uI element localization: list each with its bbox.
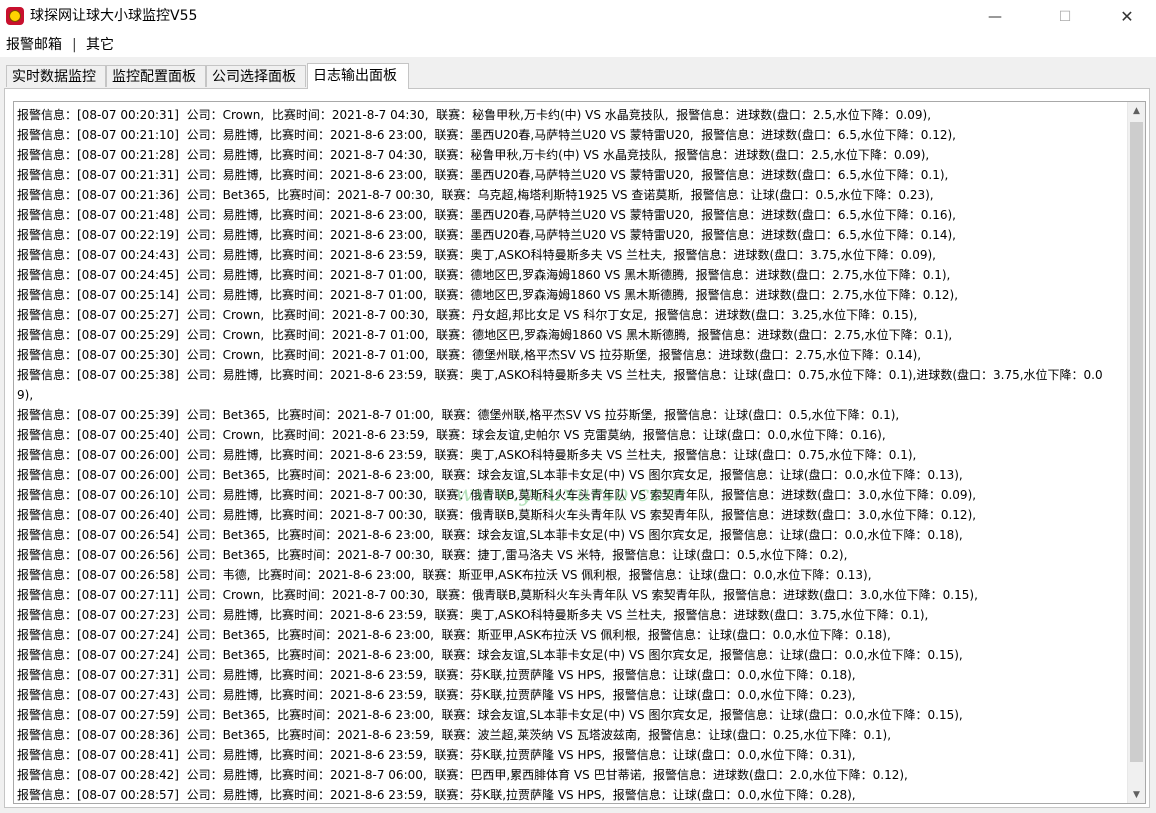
log-line: 报警信息：[08-07 00:20:31] 公司：Crown, 比赛时间：202…	[17, 108, 932, 122]
vertical-scrollbar[interactable]: ▲ ▼	[1127, 102, 1145, 803]
log-line: 报警信息：[08-07 00:26:54] 公司：Bet365, 比赛时间：20…	[17, 528, 963, 542]
log-line: 报警信息：[08-07 00:28:36] 公司：Bet365, 比赛时间：20…	[17, 728, 892, 742]
log-line: 报警信息：[08-07 00:21:31] 公司：易胜博, 比赛时间：2021-…	[17, 168, 949, 182]
log-line: 报警信息：[08-07 00:25:30] 公司：Crown, 比赛时间：202…	[17, 348, 922, 362]
minimize-button[interactable]: —	[972, 0, 1018, 33]
window-title: 球探网让球大小球监控V55	[30, 8, 198, 24]
log-textarea[interactable]: 报警信息：[08-07 00:20:31] 公司：Crown, 比赛时间：202…	[13, 101, 1146, 804]
log-line: 报警信息：[08-07 00:27:11] 公司：Crown, 比赛时间：202…	[17, 588, 978, 602]
log-line: 报警信息：[08-07 00:21:48] 公司：易胜博, 比赛时间：2021-…	[17, 208, 956, 222]
log-line: 报警信息：[08-07 00:26:58] 公司：韦德, 比赛时间：2021-8…	[17, 568, 872, 582]
menu-other[interactable]: 其它	[86, 35, 114, 55]
app-logo-icon	[6, 7, 24, 25]
log-line: 报警信息：[08-07 00:28:41] 公司：易胜博, 比赛时间：2021-…	[17, 748, 856, 762]
log-line: 报警信息：[08-07 00:26:56] 公司：Bet365, 比赛时间：20…	[17, 548, 848, 562]
log-line: 报警信息：[08-07 00:26:40] 公司：易胜博, 比赛时间：2021-…	[17, 508, 977, 522]
tab-company-select[interactable]: 公司选择面板	[206, 65, 306, 87]
log-panel: 报警信息：[08-07 00:20:31] 公司：Crown, 比赛时间：202…	[4, 88, 1150, 808]
close-button[interactable]: ✕	[1104, 0, 1150, 33]
scroll-up-arrow-icon[interactable]: ▲	[1128, 102, 1145, 119]
log-line: 报警信息：[08-07 00:27:43] 公司：易胜博, 比赛时间：2021-…	[17, 688, 856, 702]
log-line: 报警信息：[08-07 00:25:39] 公司：Bet365, 比赛时间：20…	[17, 408, 900, 422]
log-line: 报警信息：[08-07 00:25:29] 公司：Crown, 比赛时间：202…	[17, 328, 953, 342]
title-bar: 球探网让球大小球监控V55 — ☐ ✕	[0, 0, 1156, 34]
log-line: 报警信息：[08-07 00:28:42] 公司：易胜博, 比赛时间：2021-…	[17, 768, 908, 782]
scroll-down-arrow-icon[interactable]: ▼	[1128, 786, 1145, 803]
log-line: 报警信息：[08-07 00:25:40] 公司：Crown, 比赛时间：202…	[17, 428, 886, 442]
log-line: 报警信息：[08-07 00:26:00] 公司：易胜博, 比赛时间：2021-…	[17, 448, 917, 462]
log-line: 报警信息：[08-07 00:26:00] 公司：Bet365, 比赛时间：20…	[17, 468, 963, 482]
scrollbar-thumb[interactable]	[1130, 122, 1143, 762]
maximize-button[interactable]: ☐	[1042, 0, 1088, 33]
log-line: 报警信息：[08-07 00:21:36] 公司：Bet365, 比赛时间：20…	[17, 188, 934, 202]
log-line: 报警信息：[08-07 00:27:59] 公司：Bet365, 比赛时间：20…	[17, 708, 963, 722]
log-line: 报警信息：[08-07 00:24:43] 公司：易胜博, 比赛时间：2021-…	[17, 248, 936, 262]
log-line: 报警信息：[08-07 00:27:24] 公司：Bet365, 比赛时间：20…	[17, 648, 963, 662]
tab-log-output[interactable]: 日志输出面板	[307, 63, 409, 89]
log-line: 报警信息：[08-07 00:21:10] 公司：易胜博, 比赛时间：2021-…	[17, 128, 956, 142]
log-line: 报警信息：[08-07 00:25:38] 公司：易胜博, 比赛时间：2021-…	[17, 368, 1103, 402]
log-line: 报警信息：[08-07 00:21:28] 公司：易胜博, 比赛时间：2021-…	[17, 148, 930, 162]
menu-alarm-mailbox[interactable]: 报警邮箱	[6, 35, 62, 55]
log-line: 报警信息：[08-07 00:25:14] 公司：易胜博, 比赛时间：2021-…	[17, 288, 959, 302]
log-line: 报警信息：[08-07 00:22:19] 公司：易胜博, 比赛时间：2021-…	[17, 228, 956, 242]
tab-realtime-monitor[interactable]: 实时数据监控	[6, 65, 106, 87]
log-line: 报警信息：[08-07 00:27:23] 公司：易胜博, 比赛时间：2021-…	[17, 608, 929, 622]
menu-separator: |	[72, 37, 77, 53]
log-line: 报警信息：[08-07 00:28:57] 公司：易胜博, 比赛时间：2021-…	[17, 788, 856, 802]
log-lines: 报警信息：[08-07 00:20:31] 公司：Crown, 比赛时间：202…	[17, 105, 1117, 803]
log-line: 报警信息：[08-07 00:26:10] 公司：易胜博, 比赛时间：2021-…	[17, 488, 977, 502]
tab-monitor-config[interactable]: 监控配置面板	[106, 65, 206, 87]
log-line: 报警信息：[08-07 00:27:31] 公司：易胜博, 比赛时间：2021-…	[17, 668, 856, 682]
log-line: 报警信息：[08-07 00:24:45] 公司：易胜博, 比赛时间：2021-…	[17, 268, 951, 282]
log-line: 报警信息：[08-07 00:25:27] 公司：Crown, 比赛时间：202…	[17, 308, 918, 322]
menu-bar: 报警邮箱 | 其它	[0, 33, 1156, 57]
log-line: 报警信息：[08-07 00:27:24] 公司：Bet365, 比赛时间：20…	[17, 628, 891, 642]
